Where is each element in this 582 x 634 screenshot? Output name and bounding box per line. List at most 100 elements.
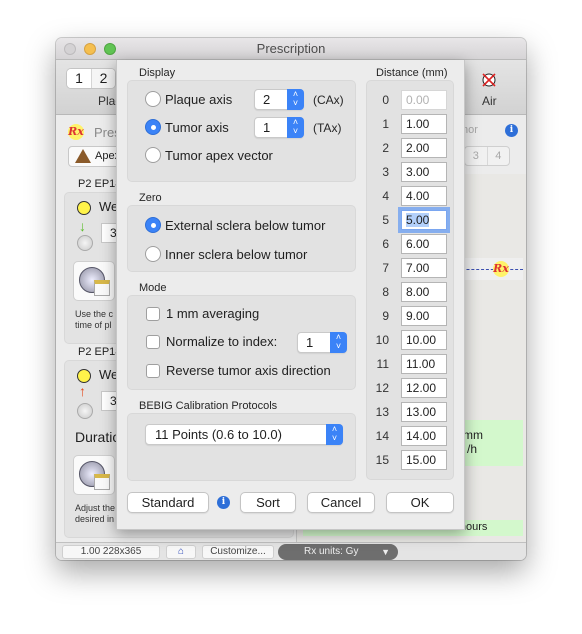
page-segmented-control[interactable]: 3 4 xyxy=(464,146,510,166)
segment-1[interactable]: 1 xyxy=(67,69,91,88)
tumor-axis-label: Tumor axis xyxy=(165,119,229,135)
normalize-index-value: 1 xyxy=(306,335,314,350)
inner-sclera-radio-button[interactable] xyxy=(145,246,161,262)
minimize-window-button[interactable] xyxy=(84,43,96,55)
normalize-label: Normalize to index: xyxy=(166,334,278,349)
external-sclera-radio-button[interactable] xyxy=(145,217,161,233)
plaque-segmented-control[interactable]: 1 2 xyxy=(66,68,116,89)
distance-field[interactable]: 12.00 xyxy=(401,378,447,398)
status-bar: 1.00 228x365 ⌂ Customize... Rx units: Gy… xyxy=(56,542,526,560)
panel1-note-2: time of pl xyxy=(75,320,112,330)
distance-index: 1 xyxy=(382,117,389,131)
distance-value: 3.00 xyxy=(406,165,430,179)
stepper-arrows-icon[interactable]: ˄ ˅ xyxy=(287,89,304,110)
tumor-apex-label: Tumor apex vector xyxy=(165,147,273,163)
distance-index: 3 xyxy=(382,165,389,179)
distance-value: 14.00 xyxy=(406,429,437,443)
distance-index: 6 xyxy=(382,237,389,251)
averaging-checkbox[interactable]: 1 mm averaging xyxy=(146,306,259,321)
distance-field[interactable]: 10.00 xyxy=(401,330,447,350)
bebig-protocol-value: 11 Points (0.6 to 10.0) xyxy=(155,427,282,442)
plaque-axis-radio-button[interactable] xyxy=(145,91,161,107)
distance-field[interactable]: 4.00 xyxy=(401,186,447,206)
air-icon[interactable] xyxy=(481,72,497,88)
distance-field[interactable]: 5.00 xyxy=(398,207,450,233)
distance-field[interactable]: 14.00 xyxy=(401,426,447,446)
tumor-axis-stepper[interactable]: 1 ˄ ˅ xyxy=(254,117,304,138)
tumor-apex-radio[interactable]: Tumor apex vector xyxy=(145,147,273,163)
tumor-axis-radio-button[interactable] xyxy=(145,119,161,135)
ok-button[interactable]: OK xyxy=(386,492,454,513)
page-3[interactable]: 3 xyxy=(465,147,487,165)
panel1-clock-button[interactable] xyxy=(73,261,115,301)
stepper-arrows-icon[interactable]: ˄ ˅ xyxy=(287,117,304,138)
distance-value: 8.00 xyxy=(406,285,430,299)
external-sclera-label: External sclera below tumor xyxy=(165,217,326,233)
stepper-arrows-icon[interactable]: ˄ ˅ xyxy=(330,332,347,353)
reverse-axis-checkbox[interactable]: Reverse tumor axis direction xyxy=(146,363,331,378)
inner-sclera-radio[interactable]: Inner sclera below tumor xyxy=(145,246,307,262)
plaque-axis-radio[interactable]: Plaque axis xyxy=(145,91,232,107)
tumor-apex-radio-button[interactable] xyxy=(145,147,161,163)
distance-index: 5 xyxy=(382,213,389,227)
distance-value: 10.00 xyxy=(406,333,437,347)
normalize-index-stepper[interactable]: 1 ˄ ˅ xyxy=(297,332,347,353)
distance-index: 8 xyxy=(382,285,389,299)
segment-2[interactable]: 2 xyxy=(91,69,115,88)
bebig-protocol-popup[interactable]: 11 Points (0.6 to 10.0) ˄ ˅ xyxy=(145,424,343,445)
info-icon[interactable]: i xyxy=(217,496,230,509)
external-sclera-radio[interactable]: External sclera below tumor xyxy=(145,217,325,233)
distance-value: 9.00 xyxy=(406,309,430,323)
sort-button[interactable]: Sort xyxy=(240,492,296,513)
distance-field[interactable]: 15.00 xyxy=(401,450,447,470)
cancel-button[interactable]: Cancel xyxy=(307,492,375,513)
cax-label: (CAx) xyxy=(313,93,344,107)
reverse-axis-check[interactable] xyxy=(146,363,160,378)
distance-index: 4 xyxy=(382,189,389,203)
distance-field[interactable]: 8.00 xyxy=(401,282,447,302)
panel2-clock-button[interactable] xyxy=(73,455,115,495)
plaque-axis-label: Plaque axis xyxy=(165,91,233,107)
plaque-axis-stepper[interactable]: 2 ˄ ˅ xyxy=(254,89,304,110)
seed-yellow-icon xyxy=(77,369,91,383)
distance-field[interactable]: 6.00 xyxy=(401,234,447,254)
distance-field[interactable]: 3.00 xyxy=(401,162,447,182)
zoom-readout[interactable]: 1.00 228x365 xyxy=(62,545,160,559)
distance-field[interactable]: 9.00 xyxy=(401,306,447,326)
info-icon[interactable]: i xyxy=(505,124,518,137)
arrow-down-icon: ↓ xyxy=(79,218,86,234)
page-4[interactable]: 4 xyxy=(486,147,510,165)
distance-field[interactable]: 1.00 xyxy=(401,114,447,134)
averaging-label: 1 mm averaging xyxy=(166,306,260,321)
distance-settings-sheet: Display Plaque axis 2 ˄ ˅ (CAx) Tumor axi… xyxy=(116,60,465,530)
distance-field[interactable]: 2.00 xyxy=(401,138,447,158)
distance-value: 0.00 xyxy=(406,93,430,107)
standard-button[interactable]: Standard xyxy=(127,492,209,513)
distance-field[interactable]: 11.00 xyxy=(401,354,447,374)
panel1-note-1: Use the c xyxy=(75,309,114,319)
averaging-check[interactable] xyxy=(146,306,160,321)
distance-field[interactable]: 7.00 xyxy=(401,258,447,278)
distance-index: 15 xyxy=(375,453,389,467)
distance-value: 11.00 xyxy=(406,357,436,371)
reverse-axis-label: Reverse tumor axis direction xyxy=(166,363,331,378)
seed-grey-icon xyxy=(77,235,93,251)
tumor-axis-radio[interactable]: Tumor axis xyxy=(145,119,229,135)
distance-index: 9 xyxy=(382,309,389,323)
customize-button[interactable]: Customize... xyxy=(202,545,274,559)
air-label: Air xyxy=(482,94,497,108)
zoom-window-button[interactable] xyxy=(104,43,116,55)
distance-index: 11 xyxy=(376,357,389,371)
home-button[interactable]: ⌂ xyxy=(166,545,196,559)
normalize-check[interactable] xyxy=(146,334,160,349)
home-icon: ⌂ xyxy=(177,546,185,557)
distance-index: 12 xyxy=(375,381,389,395)
panel2-note-1: Adjust the xyxy=(75,503,116,513)
rx-units-popup[interactable]: Rx units: Gy ▼ xyxy=(278,544,398,560)
close-window-button[interactable] xyxy=(64,43,76,55)
normalize-checkbox[interactable]: Normalize to index: xyxy=(146,334,277,349)
bebig-section-title: BEBIG Calibration Protocols xyxy=(139,400,278,412)
arrow-up-icon: ↑ xyxy=(79,383,86,399)
distance-field[interactable]: 13.00 xyxy=(401,402,447,422)
panel2-note-2: desired in xyxy=(75,514,115,524)
